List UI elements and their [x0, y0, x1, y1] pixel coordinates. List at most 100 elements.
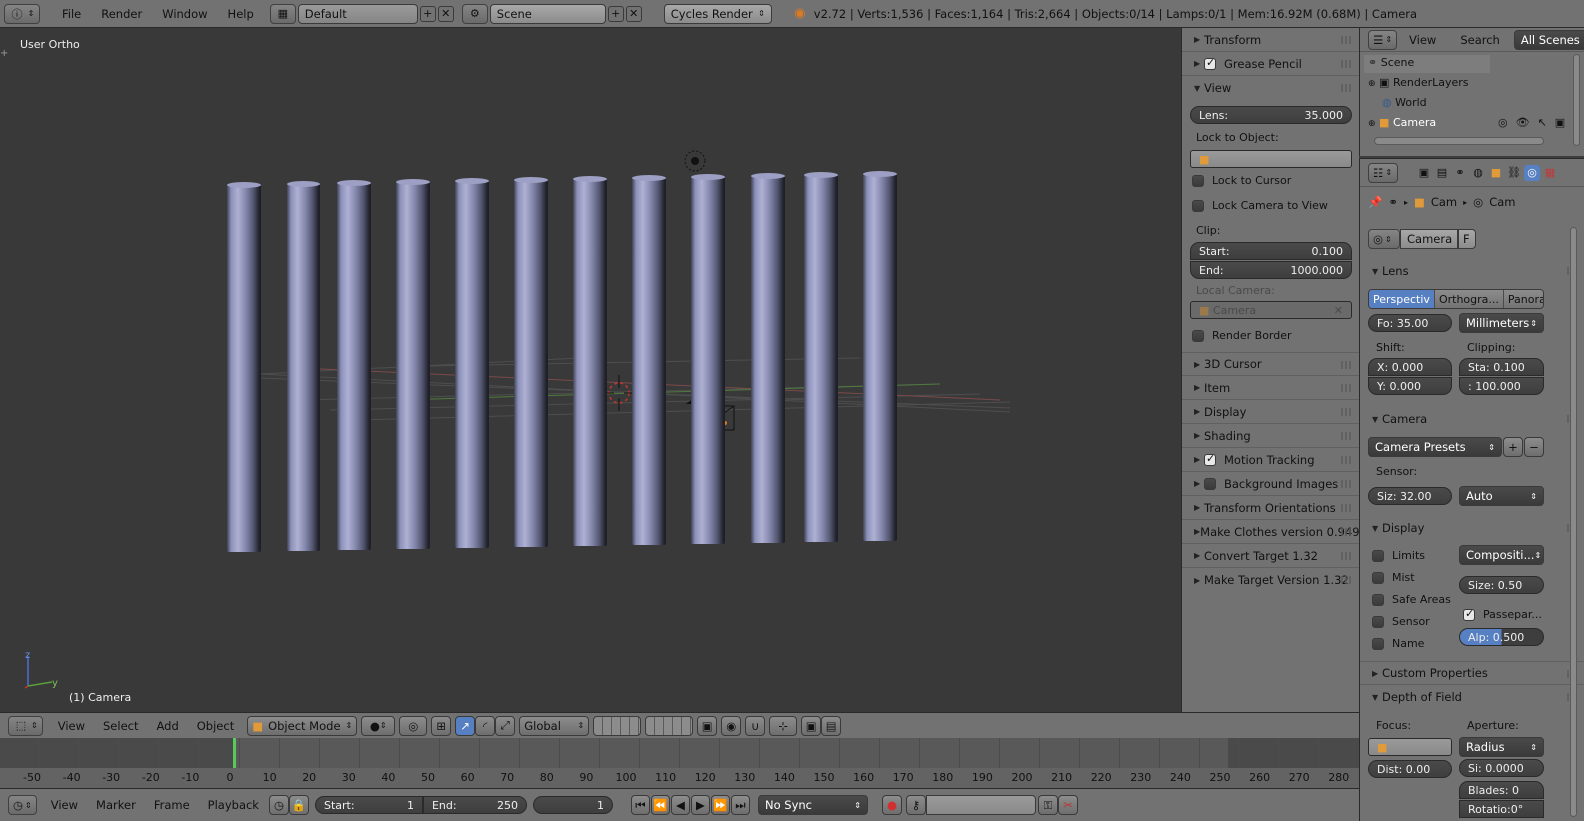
- panel-display[interactable]: ▼ Display: [1360, 516, 1584, 540]
- menu-view[interactable]: View: [51, 798, 78, 812]
- layers-grid-a[interactable]: [593, 715, 642, 736]
- lens-type-perspective[interactable]: Perspectiv: [1369, 290, 1435, 308]
- snap-element-select[interactable]: ⊹: [769, 715, 798, 736]
- panel-grease-pencil[interactable]: ▶ Grease Pencil: [1182, 52, 1359, 76]
- drag-handle-icon[interactable]: [1341, 361, 1353, 369]
- editor-type-selector[interactable]: ☰ ⇕: [1368, 29, 1398, 50]
- shift-x-field[interactable]: X: 0.000: [1368, 358, 1452, 376]
- editor-type-selector[interactable]: ◷ ⇕: [8, 795, 37, 815]
- rotation-field[interactable]: Rotatio:0°: [1459, 800, 1544, 818]
- clip-start-field[interactable]: Start: 0.100: [1190, 242, 1352, 260]
- menu-view[interactable]: View: [49, 719, 94, 733]
- motion-tracking-checkbox[interactable]: [1204, 452, 1216, 466]
- background-images-checkbox[interactable]: [1204, 477, 1216, 490]
- record-button[interactable]: ●: [881, 795, 902, 815]
- sensor-checkbox[interactable]: [1372, 616, 1384, 628]
- lock-object-field[interactable]: ■: [1190, 150, 1352, 168]
- editor-type-selector[interactable]: ⓘ ⇕: [4, 3, 40, 24]
- snap-toggle-button[interactable]: ∪: [745, 715, 766, 736]
- safe-areas-checkbox[interactable]: [1372, 594, 1384, 606]
- outliner-h-scrollbar[interactable]: [1374, 137, 1544, 145]
- drag-handle-icon[interactable]: [1341, 60, 1353, 68]
- add-preset-button[interactable]: +: [1503, 437, 1523, 457]
- close-layout-icon[interactable]: ✕: [437, 5, 454, 22]
- scene-icon-button[interactable]: ⚙: [461, 3, 488, 24]
- panel-3d-cursor[interactable]: ▶ 3D Cursor: [1182, 352, 1359, 376]
- editor-type-selector[interactable]: ⬚ ⇕: [8, 715, 43, 736]
- outliner-row-camera[interactable]: ⊕ ■ Camera: [1368, 116, 1436, 129]
- scene-tab-icon[interactable]: ⚭: [1452, 165, 1468, 181]
- object-tab-icon[interactable]: ■: [1488, 165, 1504, 181]
- shading-select[interactable]: ● ⇕: [361, 715, 396, 736]
- local-camera-field[interactable]: ■ Camera ✕: [1190, 301, 1352, 319]
- panel-shading[interactable]: ▶ Shading: [1182, 424, 1359, 448]
- translate-manipulator-button[interactable]: ↗: [455, 715, 476, 736]
- menu-help[interactable]: Help: [218, 7, 264, 21]
- grease-pencil-checkbox[interactable]: [1204, 56, 1216, 70]
- opengl-anim-button[interactable]: ▤: [821, 715, 842, 736]
- fake-user-button[interactable]: F: [1458, 229, 1476, 249]
- focus-distance-field[interactable]: Dist: 0.00: [1368, 760, 1452, 778]
- expand-icon[interactable]: ⊕: [1368, 119, 1376, 129]
- drag-handle-icon[interactable]: [1341, 456, 1353, 464]
- clip-end-field[interactable]: End: 1000.000: [1190, 261, 1352, 279]
- proportional-edit-button[interactable]: ◉: [721, 715, 742, 736]
- drag-handle-icon[interactable]: [1341, 480, 1353, 488]
- frame-ruler[interactable]: -50 -40 -30 -20 -10 0 10 20 30 40 50 60 70 80 90 100 110…: [0, 768, 1359, 788]
- limits-row[interactable]: Limits: [1372, 549, 1425, 562]
- constraints-tab-icon[interactable]: ⛓: [1506, 165, 1522, 181]
- sync-mode-select[interactable]: No Sync ⇕: [757, 795, 868, 815]
- play-reverse-button[interactable]: ◀: [670, 795, 690, 815]
- drag-handle-icon[interactable]: [1341, 504, 1353, 512]
- drag-handle-icon[interactable]: [1341, 36, 1353, 44]
- menu-marker[interactable]: Marker: [96, 798, 136, 812]
- eye-icon[interactable]: 👁: [1516, 116, 1530, 129]
- outliner-row-scene[interactable]: ⚭ Scene: [1368, 56, 1414, 69]
- keying-set-icon-button[interactable]: ⚷: [905, 795, 926, 815]
- lock-camera-row[interactable]: Lock Camera to View: [1192, 199, 1328, 212]
- name-row[interactable]: Name: [1372, 637, 1424, 650]
- orientation-select[interactable]: Global ⇕: [519, 715, 590, 736]
- pivot-select[interactable]: ◎: [399, 715, 428, 736]
- menu-view[interactable]: View: [1409, 33, 1436, 47]
- panel-motion-tracking[interactable]: ▶ Motion Tracking: [1182, 448, 1359, 472]
- add-scene-icon[interactable]: +: [607, 5, 624, 22]
- menu-playback[interactable]: Playback: [208, 798, 259, 812]
- drag-handle-icon[interactable]: [1341, 432, 1353, 440]
- focus-object-field[interactable]: ■: [1368, 738, 1452, 756]
- camera-datablock-name[interactable]: Camera: [1400, 229, 1458, 249]
- start-frame-field[interactable]: Start: 1: [314, 796, 423, 814]
- passepartout-row[interactable]: Passepar...: [1463, 607, 1542, 621]
- panel-transform[interactable]: ▶ Transform: [1182, 28, 1359, 52]
- render-border-checkbox[interactable]: [1192, 330, 1204, 342]
- prev-keyframe-button[interactable]: ⏪: [650, 795, 670, 815]
- outliner-v-scrollbar[interactable]: [1573, 54, 1580, 146]
- render-engine-select[interactable]: Cycles Render ⇕: [663, 3, 772, 24]
- panel-view[interactable]: ▼ View: [1182, 76, 1359, 100]
- mist-row[interactable]: Mist: [1372, 571, 1415, 584]
- name-checkbox[interactable]: [1372, 638, 1384, 650]
- panel-custom-properties[interactable]: ▶ Custom Properties: [1360, 661, 1584, 685]
- 3d-viewport[interactable]: User Ortho + z y (1) Camera: [0, 28, 1181, 712]
- sensor-size-field[interactable]: Siz: 32.00: [1368, 487, 1452, 505]
- camera-presets-select[interactable]: Camera Presets ⇕: [1368, 437, 1502, 457]
- menu-frame[interactable]: Frame: [154, 798, 190, 812]
- lens-type-panoramic[interactable]: Panoramic: [1503, 290, 1543, 308]
- passepartout-checkbox[interactable]: [1463, 607, 1475, 621]
- menu-search[interactable]: Search: [1460, 33, 1500, 47]
- panel-lens[interactable]: ▼ Lens: [1360, 259, 1584, 283]
- menu-window[interactable]: Window: [152, 7, 217, 21]
- preview-range-button[interactable]: ◷: [268, 795, 289, 815]
- menu-render[interactable]: Render: [91, 7, 152, 21]
- menu-object[interactable]: Object: [188, 719, 243, 733]
- world-tab-icon[interactable]: ◍: [1470, 165, 1486, 181]
- add-layout-icon[interactable]: +: [419, 5, 436, 22]
- drag-handle-icon[interactable]: [1341, 576, 1353, 584]
- panel-make-target[interactable]: ▶ Make Target Version 1.32: [1182, 568, 1359, 592]
- editor-type-selector[interactable]: ☷ ⇕: [1368, 162, 1398, 183]
- cursor-select-icon[interactable]: ↖: [1538, 116, 1547, 129]
- play-button[interactable]: ▶: [690, 795, 710, 815]
- render-layers-tab-icon[interactable]: ▤: [1434, 165, 1450, 181]
- panel-make-clothes[interactable]: ▶ Make Clothes version 0.949: [1182, 520, 1359, 544]
- panel-display[interactable]: ▶ Display: [1182, 400, 1359, 424]
